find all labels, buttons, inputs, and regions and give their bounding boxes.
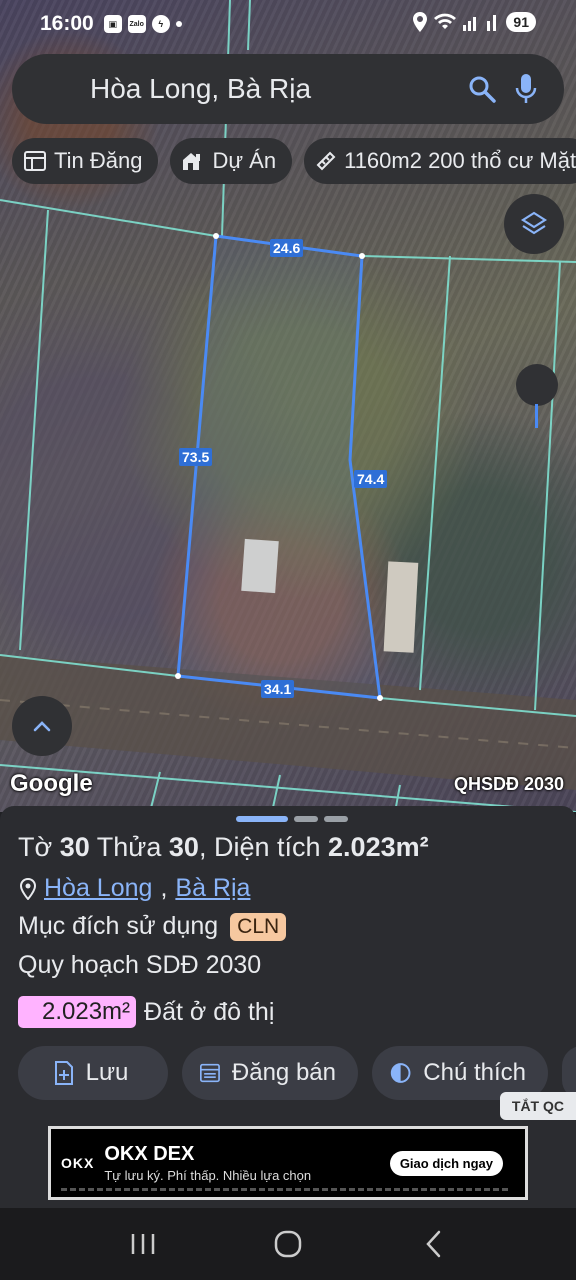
- ad-subtitle: Tự lưu ký. Phí thấp. Nhiều lựa chọn: [104, 1168, 312, 1183]
- close-ad-button[interactable]: TẮT QC: [499, 1092, 576, 1120]
- recents-icon: [131, 1234, 154, 1254]
- location-icon: [413, 12, 428, 32]
- chevron-up-icon: [33, 721, 51, 732]
- signal-icon: [463, 17, 477, 31]
- google-logo: Google: [10, 770, 93, 797]
- legend-button-label: Chú thích: [423, 1059, 526, 1086]
- project-icon: [183, 153, 201, 170]
- location-row: Hòa Long, Bà Rịa: [20, 874, 250, 903]
- post-for-sale-button[interactable]: Đăng bán: [182, 1046, 358, 1100]
- messenger-icon: ϟ: [151, 15, 170, 33]
- edge-label-left: 73.5: [179, 448, 213, 466]
- notification-icons: ▣ Zalo ϟ: [103, 15, 182, 33]
- search-bar[interactable]: Hòa Long, Bà Rịa: [12, 54, 564, 124]
- chip-listings[interactable]: Tin Đăng: [12, 138, 159, 184]
- filter-chips: Tin Đăng Dự Án 1160m2 200 thổ cư Mặt: [12, 138, 576, 184]
- screenshot-icon: ▣: [103, 15, 122, 33]
- planning-overlay-tag[interactable]: QHSDĐ 2030: [454, 774, 564, 795]
- land-use-code-badge: CLN: [230, 912, 287, 941]
- action-buttons: Lưu Đăng bán Chú thích: [18, 1046, 576, 1100]
- land-use-label: Mục đích sử dụng: [18, 912, 219, 940]
- chip-saved-search[interactable]: 1160m2 200 thổ cư Mặt: [304, 138, 576, 184]
- compass-button[interactable]: [516, 364, 558, 406]
- signal-icon-2: [487, 15, 497, 31]
- zalo-icon: Zalo: [127, 15, 146, 33]
- planning-label: Quy hoạch SDĐ 2030: [18, 951, 262, 979]
- search-input[interactable]: Hòa Long, Bà Rịa: [90, 73, 460, 105]
- save-icon: [54, 1061, 73, 1085]
- home-icon: [274, 1230, 302, 1258]
- ad-fine-print: [61, 1188, 511, 1191]
- battery-level: 91: [506, 12, 536, 32]
- planning-use: Đất ở đô thị: [144, 997, 275, 1026]
- ad-title: OKX DEX: [104, 1143, 195, 1165]
- ruler-icon: [316, 151, 336, 171]
- mic-icon[interactable]: [504, 67, 548, 111]
- chip-label: 1160m2 200 thổ cư Mặt: [344, 148, 576, 173]
- ward-link[interactable]: Hòa Long: [44, 874, 152, 903]
- expand-sheet-button[interactable]: [12, 696, 72, 756]
- post-button-label: Đăng bán: [231, 1059, 336, 1086]
- dot-icon: [175, 21, 182, 27]
- city-link[interactable]: Bà Rịa: [175, 874, 250, 903]
- chip-projects[interactable]: Dự Án: [170, 138, 293, 184]
- back-button[interactable]: [403, 1220, 463, 1268]
- edge-label-bottom: 34.1: [261, 680, 295, 698]
- sheet-number: 30: [59, 832, 90, 862]
- save-button[interactable]: Lưu: [18, 1046, 168, 1100]
- legend-icon: [390, 1063, 411, 1083]
- compass-needle-icon: [535, 404, 538, 428]
- chip-label: Tin Đăng: [54, 148, 143, 173]
- parcel-area: 2.023m²: [328, 832, 429, 862]
- save-button-label: Lưu: [85, 1059, 129, 1086]
- system-icons: 91: [412, 12, 536, 32]
- layers-button[interactable]: [504, 194, 564, 254]
- post-icon: [200, 1063, 220, 1083]
- location-pin-icon: [20, 877, 36, 900]
- edge-label-right: 74.4: [354, 470, 388, 488]
- layers-icon: [520, 211, 548, 235]
- home-button[interactable]: [258, 1220, 318, 1268]
- edge-label-top: 24.6: [270, 239, 304, 257]
- planning-row: 2.023m² Đất ở đô thị: [18, 996, 274, 1028]
- parcel-title: Tờ 30 Thửa 30, Diện tích 2.023m²: [18, 832, 429, 862]
- selected-parcel[interactable]: [176, 234, 382, 700]
- ad-brand-logo: OKX: [61, 1155, 95, 1171]
- land-use-row: Mục đích sử dụng CLN: [18, 912, 287, 941]
- back-icon: [426, 1230, 441, 1258]
- planning-area-badge: 2.023m²: [18, 996, 137, 1028]
- wifi-icon: [434, 13, 457, 29]
- ad-banner[interactable]: OKX OKX DEX Tự lưu ký. Phí thấp. Nhiều l…: [48, 1126, 528, 1200]
- listing-icon: [24, 151, 46, 171]
- plot-number: 30: [168, 832, 199, 862]
- ad-cta-button[interactable]: Giao dịch ngay: [389, 1150, 503, 1176]
- parcel-info-sheet: Tờ 30 Thửa 30, Diện tích 2.023m² Hòa Lon…: [0, 806, 576, 1208]
- status-bar: 16:00 ▣ Zalo ϟ 91: [0, 0, 576, 48]
- chip-label: Dự Án: [212, 148, 277, 173]
- sheet-handle[interactable]: [236, 816, 348, 822]
- search-icon[interactable]: [460, 67, 504, 111]
- recent-apps-button[interactable]: [113, 1220, 173, 1268]
- system-nav-bar: [0, 1208, 576, 1280]
- status-time: 16:00: [40, 12, 94, 35]
